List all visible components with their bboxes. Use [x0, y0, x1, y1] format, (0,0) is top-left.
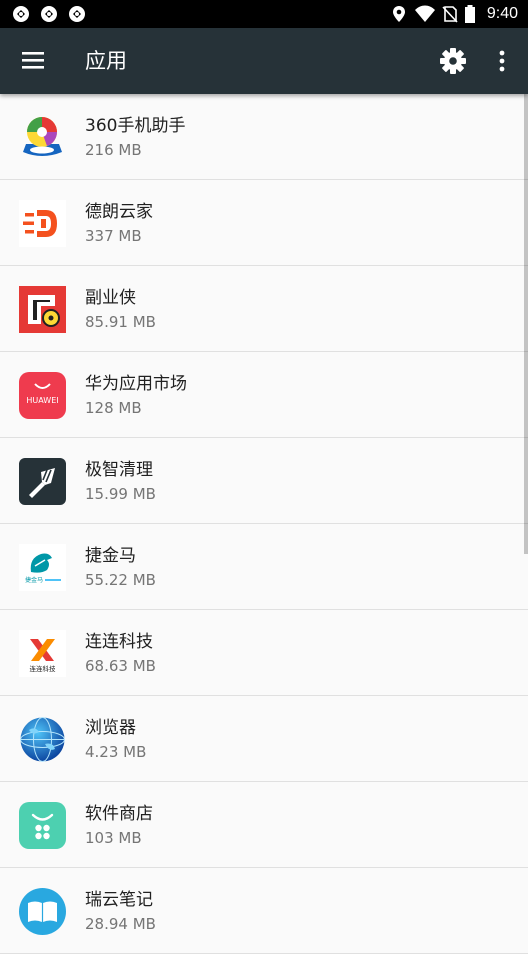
- jiejinma-icon-label: 捷金马: [25, 576, 43, 584]
- app-jiejinma-icon: 捷金马: [19, 544, 66, 591]
- app-list-item[interactable]: 瑞云笔记 28.94 MB: [0, 868, 528, 954]
- app-size: 103 MB: [85, 829, 142, 847]
- app-name: 软件商店: [85, 804, 153, 824]
- app-name: 极智清理: [85, 460, 153, 480]
- app-list-item[interactable]: HUAWEI 华为应用市场 128 MB: [0, 352, 528, 438]
- app-list: 360手机助手 216 MB 德朗云家 337 MB 副业侠 85.91 MB …: [0, 94, 528, 954]
- location-icon: [393, 6, 405, 22]
- app-list-item[interactable]: 360手机助手 216 MB: [0, 94, 528, 180]
- app-bar: 应用: [0, 28, 528, 94]
- menu-icon[interactable]: [12, 39, 56, 83]
- app-name: 连连科技: [85, 632, 153, 652]
- app-fuyexia-icon: [19, 286, 66, 333]
- app-list-item[interactable]: 德朗云家 337 MB: [0, 180, 528, 266]
- huawei-icon-label: HUAWEI: [26, 396, 58, 405]
- no-sim-icon: [442, 6, 458, 23]
- app-list-item[interactable]: 浏览器 4.23 MB: [0, 696, 528, 782]
- scrollbar[interactable]: [524, 94, 528, 554]
- app-name: 德朗云家: [85, 202, 153, 222]
- app-size: 216 MB: [85, 141, 142, 159]
- app-name: 副业侠: [85, 288, 136, 308]
- app-list-item[interactable]: 副业侠 85.91 MB: [0, 266, 528, 352]
- app-ruiyun-notes-icon: [19, 888, 66, 935]
- app-list-item[interactable]: 软件商店 103 MB: [0, 782, 528, 868]
- app-size: 28.94 MB: [85, 915, 156, 933]
- app-size: 55.22 MB: [85, 571, 156, 589]
- app-list-item[interactable]: 极智清理 15.99 MB: [0, 438, 528, 524]
- app-size: 128 MB: [85, 399, 142, 417]
- lianlian-icon-label: 连连科技: [30, 664, 57, 673]
- app-huawei-appgallery-icon: HUAWEI: [19, 372, 66, 419]
- app-size: 4.23 MB: [85, 743, 147, 761]
- page-title: 应用: [85, 49, 127, 73]
- app-name: 瑞云笔记: [85, 890, 153, 910]
- app-name: 捷金马: [85, 546, 136, 566]
- notification-app-icon: [41, 6, 57, 22]
- app-size: 15.99 MB: [85, 485, 156, 503]
- app-name: 华为应用市场: [85, 374, 187, 394]
- battery-icon: [465, 5, 475, 23]
- wifi-icon: [415, 5, 435, 22]
- notification-app-icon: [13, 6, 29, 22]
- app-browser-icon: [19, 716, 66, 763]
- more-options-icon[interactable]: [488, 41, 516, 81]
- app-size: 337 MB: [85, 227, 142, 245]
- status-bar: 9:40: [0, 0, 528, 28]
- app-name: 360手机助手: [85, 116, 186, 136]
- app-size: 85.91 MB: [85, 313, 156, 331]
- app-software-store-icon: [19, 802, 66, 849]
- app-size: 68.63 MB: [85, 657, 156, 675]
- app-360-icon: [19, 114, 66, 161]
- app-jizhi-cleaner-icon: [19, 458, 66, 505]
- app-name: 浏览器: [85, 718, 136, 738]
- app-list-item[interactable]: 捷金马 捷金马 55.22 MB: [0, 524, 528, 610]
- app-lianlian-icon: 连连科技: [19, 630, 66, 677]
- app-list-item[interactable]: 连连科技 连连科技 68.63 MB: [0, 610, 528, 696]
- gear-icon[interactable]: [433, 41, 473, 81]
- status-time: 9:40: [486, 5, 518, 22]
- app-delang-icon: [19, 200, 66, 247]
- notification-app-icon: [69, 6, 85, 22]
